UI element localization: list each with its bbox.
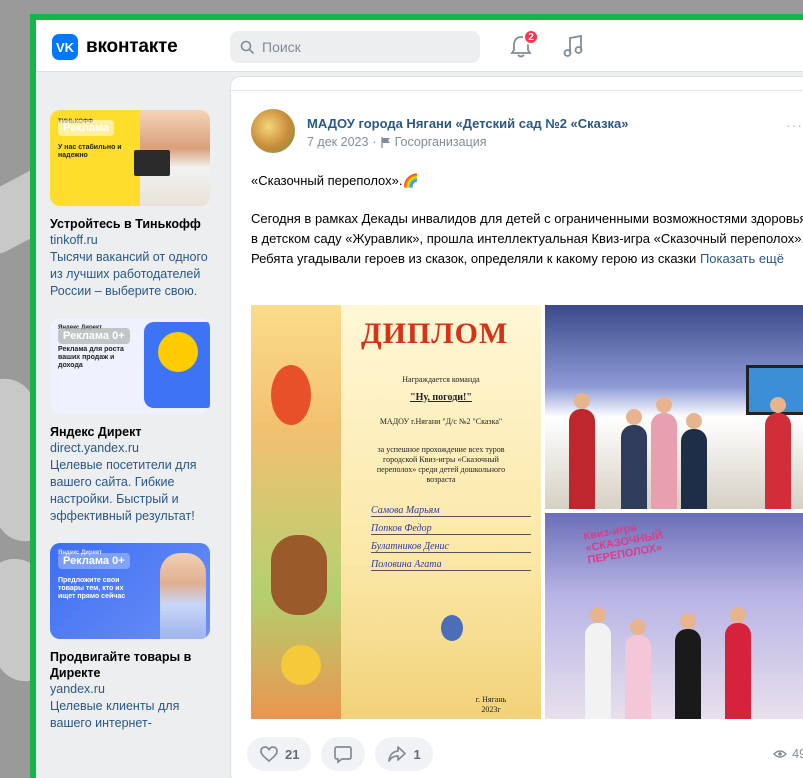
post-date[interactable]: 7 дек 2023 xyxy=(307,135,368,149)
meta-dot: · xyxy=(372,135,377,149)
ad-img-line: Реклама для роста ваших продаж и дохода xyxy=(58,346,124,369)
ad-domain[interactable]: yandex.ru xyxy=(50,681,216,698)
comment-button[interactable] xyxy=(321,737,366,771)
vk-logo[interactable]: VK вконтакте xyxy=(52,34,178,60)
diploma-name: Булатников Денис xyxy=(371,541,531,553)
diploma-line: за успешное прохождение всех туров город… xyxy=(376,445,506,484)
post-media[interactable]: ДИПЛОМ Награждается команда "Ну, погоди!… xyxy=(251,305,803,719)
diploma-image[interactable]: ДИПЛОМ Награждается команда "Ну, погоди!… xyxy=(251,305,541,719)
share-button[interactable]: 1 xyxy=(375,737,433,771)
ad-tag: Реклама 0+ xyxy=(58,328,130,344)
more-options-icon[interactable]: ··· xyxy=(786,117,803,133)
eye-icon xyxy=(773,750,788,758)
child-figure xyxy=(675,613,701,719)
pinocchio-figure xyxy=(271,365,311,425)
diploma-team: "Ну, погоди!" xyxy=(410,392,472,403)
comment-icon xyxy=(334,746,353,764)
post-author[interactable]: МАДОУ города Нягани «Детский сад №2 «Ска… xyxy=(307,116,629,131)
show-more-link[interactable]: Показать ещё xyxy=(700,251,784,266)
ad-person xyxy=(160,553,206,639)
ads-sidebar: ТИНЬКОФФ Реклама У нас стабильно и надеж… xyxy=(50,110,216,750)
search-box[interactable] xyxy=(230,31,480,63)
notifications-badge: 2 xyxy=(523,29,539,45)
ad-img-line: Предложите свои товары тем, кто их ищет … xyxy=(58,577,126,600)
share-icon xyxy=(388,746,407,762)
ad-image-tinkoff[interactable]: ТИНЬКОФФ Реклама У нас стабильно и надеж… xyxy=(50,110,210,206)
photo-event-1[interactable] xyxy=(545,305,803,509)
post-divider xyxy=(231,77,803,91)
child-figure xyxy=(585,607,611,719)
post-card: МАДОУ города Нягани «Детский сад №2 «Ска… xyxy=(230,76,803,778)
author-avatar[interactable] xyxy=(251,109,295,153)
diploma-city: г. Нягань xyxy=(475,695,507,704)
ad-image-direct[interactable]: Яндекс Директ Реклама 0+ Реклама для рос… xyxy=(50,318,210,414)
child-figure xyxy=(569,393,595,509)
diploma-name: Попков Федор xyxy=(371,523,531,535)
post-text-body: Сегодня в рамках Декады инвалидов для де… xyxy=(251,209,803,269)
diploma-line: Награждается команда xyxy=(402,375,480,384)
ad-tag: Реклама xyxy=(58,120,115,136)
heart-icon xyxy=(260,746,278,763)
flag-icon xyxy=(380,136,390,148)
music-icon[interactable] xyxy=(561,33,585,59)
diploma-name: Самова Марьям xyxy=(371,505,531,517)
event-banner: Квиз-игра «СКАЗОЧНЫЙ ПЕРЕПОЛОХ» xyxy=(582,521,664,567)
browser-frame: VK вконтакте 2 ТИНЬКОФФ Рекл xyxy=(30,14,803,778)
diploma-name: Половина Агата xyxy=(371,559,531,571)
post-category: Госорганизация xyxy=(394,135,487,149)
diploma-title: ДИПЛОМ xyxy=(361,317,509,350)
search-icon xyxy=(240,40,254,54)
post-text: «Сказочный переполох».🌈 Сегодня в рамках… xyxy=(251,171,803,287)
post-text-title: «Сказочный переполох».🌈 xyxy=(251,173,419,188)
ad-domain[interactable]: tinkoff.ru xyxy=(50,232,216,249)
vk-logo-icon: VK xyxy=(52,34,78,60)
ad-title[interactable]: Яндекс Директ xyxy=(50,424,216,440)
child-figure xyxy=(765,397,791,509)
ad-title[interactable]: Устройтесь в Тинькофф xyxy=(50,216,216,232)
ad-domain[interactable]: direct.yandex.ru xyxy=(50,440,216,457)
child-figure xyxy=(651,397,677,509)
views-count: 498 xyxy=(792,747,803,761)
child-figure xyxy=(725,607,751,719)
logo-text: вконтакте xyxy=(86,36,178,57)
like-count: 21 xyxy=(285,746,300,762)
ad-description[interactable]: Целевые посетители для вашего сайта. Гиб… xyxy=(50,457,216,525)
share-count: 1 xyxy=(413,746,421,762)
child-figure xyxy=(625,619,651,719)
post-actions: 21 1 xyxy=(247,737,433,771)
like-button[interactable]: 21 xyxy=(247,737,312,771)
views-counter: 498 xyxy=(773,747,803,761)
ad-description[interactable]: Тысячи вакансий от одного из лучших рабо… xyxy=(50,249,216,300)
photo-event-2[interactable]: Квиз-игра «СКАЗОЧНЫЙ ПЕРЕПОЛОХ» xyxy=(545,513,803,719)
ad-image-market[interactable]: Яндекс Директ Реклама 0+ Предложите свои… xyxy=(50,543,210,639)
search-input[interactable] xyxy=(262,39,462,55)
ad-block[interactable]: Яндекс Директ Реклама 0+ Реклама для рос… xyxy=(50,318,216,525)
ad-img-line: У нас стабильно и надежно xyxy=(58,144,122,159)
monitor-icon xyxy=(134,150,170,176)
ad-title[interactable]: Продвигайте товары в Директе xyxy=(50,649,216,681)
ad-block[interactable]: ТИНЬКОФФ Реклама У нас стабильно и надеж… xyxy=(50,110,216,300)
ad-tag: Реклама 0+ xyxy=(58,553,130,569)
ad-block[interactable]: Яндекс Директ Реклама 0+ Предложите свои… xyxy=(50,543,216,732)
top-bar: VK вконтакте 2 xyxy=(36,20,803,72)
ad-description[interactable]: Целевые клиенты для вашего интернет- xyxy=(50,698,216,732)
post-meta: 7 дек 2023 · Госорганизация xyxy=(307,135,487,149)
seal-icon xyxy=(441,615,463,641)
bear-figure xyxy=(271,535,327,615)
diploma-line: МАДОУ г.Нягани "Д/с №2 "Сказка" xyxy=(379,417,503,426)
diploma-year: 2023г xyxy=(481,705,501,714)
direct-logo-icon xyxy=(158,332,198,372)
kolobok-figure xyxy=(281,645,321,685)
child-figure xyxy=(681,413,707,509)
child-figure xyxy=(621,409,647,509)
